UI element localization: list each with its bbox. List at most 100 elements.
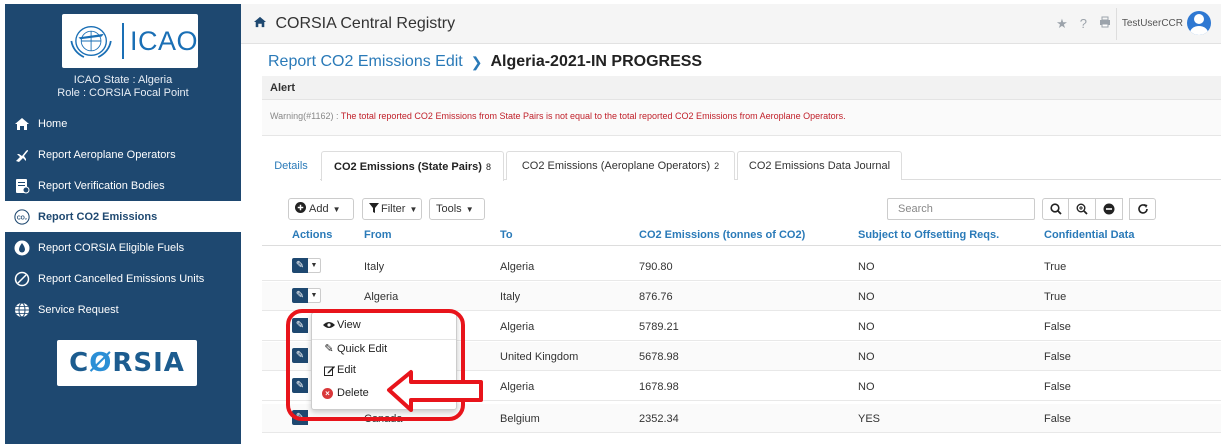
top-bar: CORSIA Central Registry ★ ? TestUserCCR (241, 4, 1221, 44)
caret-down-icon[interactable]: ▼ (308, 258, 321, 273)
tools-button[interactable]: Tools ▼ (429, 198, 485, 220)
caret-down-icon[interactable]: ▼ (308, 288, 321, 303)
sidebar-item-label: Report Cancelled Emissions Units (38, 272, 205, 285)
caret-down-icon: ▼ (465, 204, 474, 214)
breadcrumb-current: Algeria-2021-IN PROGRESS (490, 53, 703, 70)
cell-subject: NO (858, 321, 875, 333)
cell-confidential: True (1044, 261, 1067, 273)
tab-bar: Details CO2 Emissions (State Pairs) 8 CO… (262, 151, 1221, 181)
sidebar-item-label: Home (38, 117, 68, 130)
sidebar-item-service-request[interactable]: Service Request (5, 294, 241, 325)
col-co2[interactable]: CO2 Emissions (tonnes of CO2) (639, 229, 805, 241)
col-confidential[interactable]: Confidential Data (1044, 229, 1134, 241)
cell-confidential: False (1044, 321, 1071, 333)
cell-confidential: False (1044, 351, 1071, 363)
logo-text: ICAO (129, 25, 198, 56)
help-icon[interactable]: ? (1080, 16, 1087, 32)
refresh-icon[interactable] (1129, 198, 1156, 220)
filter-button[interactable]: Filter ▼ (362, 198, 422, 220)
alert-heading: Alert (262, 76, 1221, 100)
co2-icon: CO₂ (14, 208, 30, 225)
caret-down-icon: ▼ (409, 204, 418, 214)
cell-co2: 5678.98 (639, 351, 679, 363)
app-title[interactable]: CORSIA Central Registry (253, 15, 455, 33)
advanced-search-icon[interactable] (1069, 198, 1096, 220)
col-from[interactable]: From (364, 229, 392, 241)
col-subject[interactable]: Subject to Offsetting Reqs. (858, 229, 999, 241)
tab-co2-data-journal[interactable]: CO2 Emissions Data Journal (737, 151, 902, 180)
col-to[interactable]: To (500, 229, 513, 241)
cell-co2: 790.80 (639, 261, 673, 273)
sidebar-item-report-verification-bodies[interactable]: Report Verification Bodies (5, 170, 241, 201)
pencil-icon[interactable]: ✎ (292, 258, 308, 273)
print-icon[interactable] (1099, 16, 1111, 32)
row-actions: ✎ ▼ (292, 258, 321, 273)
pencil-icon[interactable]: ✎ (292, 288, 308, 303)
cell-confidential: False (1044, 413, 1071, 425)
cell-from: Italy (364, 261, 385, 273)
row-actions: ✎ ▼ (292, 288, 321, 303)
cancel-circle-icon (14, 271, 30, 287)
cell-to: Algeria (500, 321, 535, 333)
cell-subject: NO (858, 381, 875, 393)
cell-co2: 5789.21 (639, 321, 679, 333)
sidebar-item-home[interactable]: Home (5, 108, 241, 139)
table-row: ✎ ▼ Italy Algeria 790.80 NO True (262, 252, 1221, 281)
top-divider (1116, 8, 1117, 40)
sidebar: ICAO ICAO State : Algeria Role : CORSIA … (5, 4, 241, 444)
document-icon (14, 178, 30, 194)
search-actions (1042, 198, 1156, 220)
add-button[interactable]: Add ▼ (288, 198, 354, 220)
alert-code: Warning(#1162) : (270, 111, 339, 121)
sidebar-item-report-aeroplane-operators[interactable]: Report Aeroplane Operators (5, 139, 241, 170)
cell-co2: 876.76 (639, 291, 673, 303)
filter-icon (369, 202, 379, 216)
search-input[interactable]: Search (887, 198, 1035, 220)
state-info: ICAO State : Algeria Role : CORSIA Focal… (5, 74, 241, 100)
tools-label: Tools (436, 203, 462, 215)
icao-logo[interactable]: ICAO (62, 14, 198, 68)
cell-to: Algeria (500, 381, 535, 393)
globe-icon (14, 302, 30, 318)
tab-co2-state-pairs[interactable]: CO2 Emissions (State Pairs) 8 (321, 151, 504, 181)
table-row: ✎ ▼ Algeria Italy 876.76 NO True (262, 282, 1221, 311)
home-icon (14, 116, 30, 132)
sidebar-item-report-co2-emissions[interactable]: CO₂ Report CO2 Emissions (5, 201, 241, 232)
sidebar-item-report-cancelled-emissions-units[interactable]: Report Cancelled Emissions Units (5, 263, 241, 294)
tab-details[interactable]: Details (262, 151, 320, 180)
sidebar-item-report-corsia-eligible-fuels[interactable]: Report CORSIA Eligible Fuels (5, 232, 241, 263)
breadcrumb-parent[interactable]: Report CO2 Emissions Edit (268, 53, 463, 71)
user-name[interactable]: TestUserCCR (1122, 18, 1183, 29)
alert-body: Warning(#1162) : The total reported CO2 … (262, 100, 1221, 136)
tab-label: CO2 Emissions (Aeroplane Operators) (521, 160, 711, 172)
cell-to: Algeria (500, 261, 535, 273)
chevron-right-icon: ❯ (470, 53, 483, 70)
app-title-text: CORSIA Central Registry (275, 14, 456, 32)
star-icon[interactable]: ★ (1056, 16, 1068, 32)
search-icon[interactable] (1042, 198, 1069, 220)
cell-confidential: True (1044, 291, 1067, 303)
sidebar-item-label: Report Aeroplane Operators (38, 148, 176, 161)
table-header: Actions From To CO2 Emissions (tonnes of… (262, 224, 1221, 246)
annotation-arrow-icon (387, 370, 483, 412)
breadcrumb: Report CO2 Emissions Edit ❯ Algeria-2021… (268, 53, 702, 71)
svg-text:CO₂: CO₂ (17, 215, 28, 221)
plus-circle-icon (295, 202, 306, 216)
avatar[interactable] (1187, 11, 1211, 35)
top-icons: ★ ? (1056, 16, 1111, 32)
cell-co2: 1678.98 (639, 381, 679, 393)
cell-to: Belgium (500, 413, 540, 425)
cell-subject: NO (858, 291, 875, 303)
clear-search-icon[interactable] (1096, 198, 1123, 220)
caret-down-icon: ▼ (332, 204, 341, 214)
home-icon (253, 15, 271, 32)
tab-co2-aeroplane-operators[interactable]: CO2 Emissions (Aeroplane Operators) 2 (506, 151, 735, 180)
alert-message: The total reported CO2 Emissions from St… (340, 111, 846, 121)
add-label: Add (309, 203, 329, 215)
sidebar-item-label: Service Request (38, 303, 119, 316)
tab-label: CO2 Emissions Data Journal (748, 160, 891, 172)
corsia-logo-text: C (69, 348, 90, 378)
cell-to: United Kingdom (500, 351, 579, 363)
un-emblem-icon (70, 25, 112, 58)
fuel-drop-icon (14, 240, 30, 256)
